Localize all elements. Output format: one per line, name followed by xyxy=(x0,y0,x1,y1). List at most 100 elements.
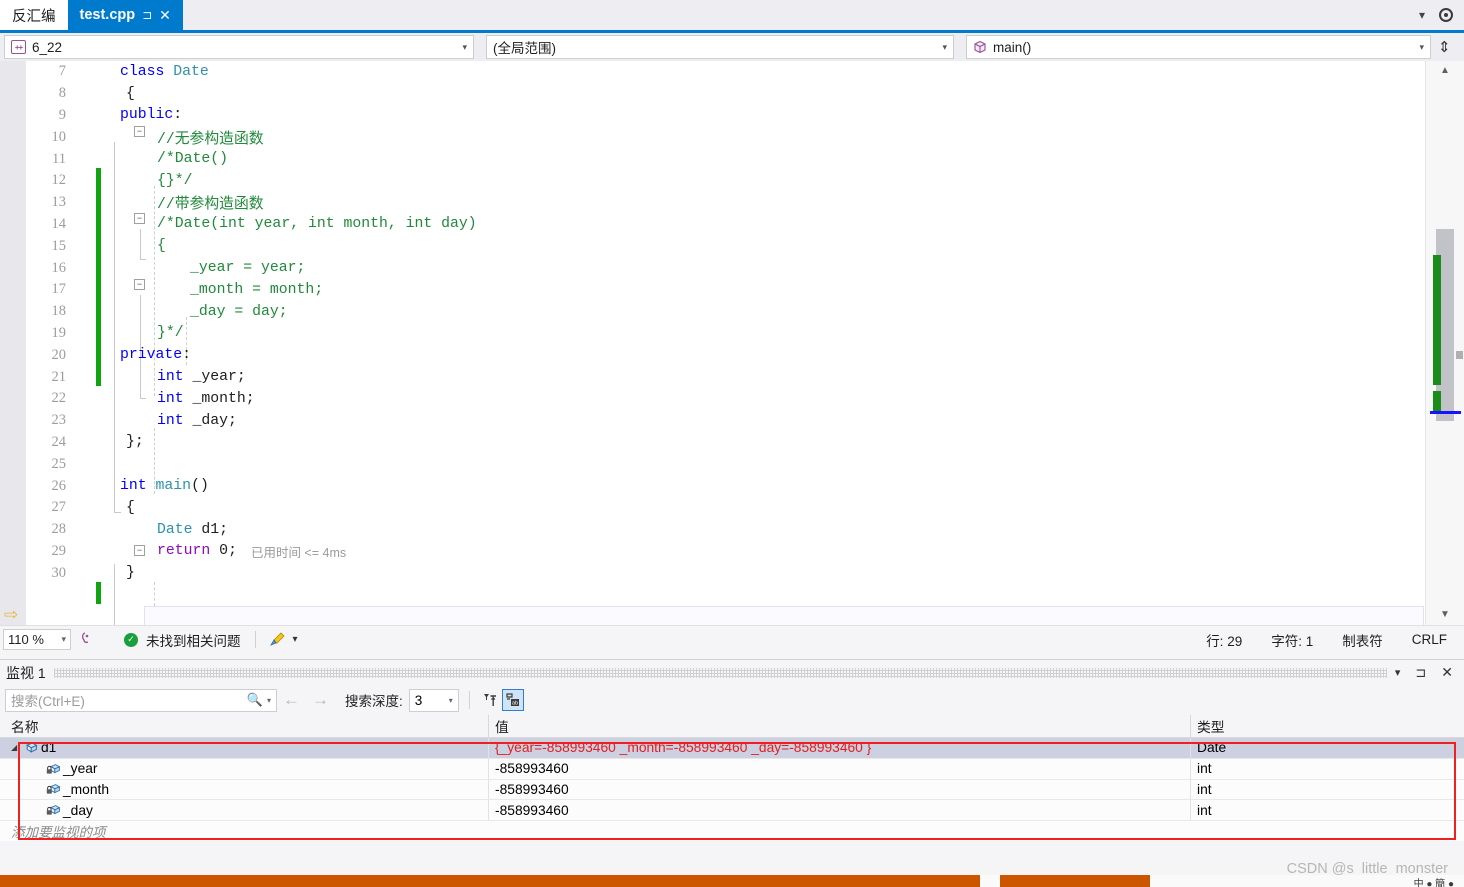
tab-disassembly[interactable]: 反汇编 xyxy=(0,0,68,30)
watch-row-year[interactable]: _year -858993460 int xyxy=(0,758,1464,780)
code-text-area[interactable]: − − − − 7 class Date 8 { 9 public: 10 //… xyxy=(26,61,1425,625)
watch-toolbar: 搜索(Ctrl+E) 🔍 ▾ ← → 搜索深度: 3 ▾ ab xyxy=(0,685,1464,715)
project-dropdown[interactable]: ++ 6_22 ▾ xyxy=(4,35,474,59)
watch-row-name-cell: _day xyxy=(0,803,488,818)
watch-row-day[interactable]: _day -858993460 int xyxy=(0,800,1464,822)
pin-expression-button[interactable] xyxy=(480,689,502,711)
pin-icon[interactable]: ⊐ xyxy=(142,8,152,22)
code-line-text: /*Date() xyxy=(157,151,229,168)
glyph-margin[interactable] xyxy=(74,105,86,127)
member-dropdown[interactable]: main() ▾ xyxy=(966,35,1431,59)
collapse-toggle-main[interactable]: − xyxy=(134,545,145,556)
svg-text:ab: ab xyxy=(512,701,518,707)
expand-collapse-icon[interactable]: ◢ xyxy=(11,743,24,752)
private-field-icon xyxy=(46,782,63,796)
glyph-margin[interactable] xyxy=(74,148,86,170)
chevron-down-icon[interactable]: ▾ xyxy=(267,696,271,705)
glyph-margin[interactable] xyxy=(74,235,86,257)
zoom-level-dropdown[interactable]: 110 % ▾ xyxy=(3,629,71,650)
glyph-margin[interactable] xyxy=(74,541,86,563)
indent-mode-indicator[interactable]: 制表符 xyxy=(1342,630,1383,650)
glyph-margin[interactable] xyxy=(74,366,86,388)
glyph-margin[interactable] xyxy=(74,301,86,323)
glyph-margin[interactable] xyxy=(74,192,86,214)
char-indicator[interactable]: 字符: 1 xyxy=(1271,630,1313,650)
add-watch-item-row[interactable]: 添加要监视的项 xyxy=(0,821,1464,842)
scroll-up-icon[interactable]: ▲ xyxy=(1436,63,1454,79)
glyph-margin[interactable] xyxy=(74,61,86,83)
hex-display-button[interactable]: ab xyxy=(501,689,524,711)
glyph-margin[interactable] xyxy=(74,497,86,519)
search-prev-button[interactable]: ← xyxy=(283,690,300,710)
watch-row-value-cell[interactable]: -858993460 xyxy=(488,758,1190,779)
gear-icon[interactable] xyxy=(1439,8,1453,22)
column-header-name[interactable]: 名称 xyxy=(0,716,488,736)
glyph-margin[interactable] xyxy=(74,214,86,236)
editor-status-bar: 110 % ▾ ✓ 未找到相关问题 ▾ 行: 29 字符: 1 制表符 CRLF xyxy=(0,625,1464,653)
column-header-value[interactable]: 值 xyxy=(488,715,1190,737)
glyph-margin[interactable] xyxy=(74,432,86,454)
line-ending-indicator[interactable]: CRLF xyxy=(1412,632,1447,647)
search-input[interactable]: 搜索(Ctrl+E) 🔍 ▾ xyxy=(5,688,277,712)
indicator-margin[interactable] xyxy=(0,61,26,625)
watch-variable-value: -858993460 xyxy=(495,781,569,797)
drag-handle[interactable] xyxy=(53,667,1387,678)
status-bar-right: 行: 29 字符: 1 制表符 CRLF xyxy=(1206,630,1464,650)
tab-test-cpp[interactable]: test.cpp ⊐ ✕ xyxy=(67,0,183,30)
issues-indicator[interactable]: ✓ 未找到相关问题 xyxy=(124,630,241,650)
glyph-margin[interactable] xyxy=(74,344,86,366)
line-number: 8 xyxy=(58,85,66,102)
editor-vertical-scrollbar[interactable]: ▲ ▼ xyxy=(1425,61,1464,625)
search-depth-dropdown[interactable]: 3 ▾ xyxy=(408,688,459,712)
code-line: 11 /*Date() xyxy=(26,148,1425,170)
code-line-text: //带参构造函数 xyxy=(157,197,264,214)
watch-row-d1[interactable]: ◢ d1 {_year=-858993460 _month=-858993460… xyxy=(0,738,1464,759)
code-editor: ⇨ − − − − 7 class Date 8 {9 public: 10 … xyxy=(0,61,1464,625)
close-icon[interactable]: ✕ xyxy=(1441,664,1453,681)
watch-variable-type: int xyxy=(1197,802,1212,818)
collapse-toggle-ctor1[interactable]: − xyxy=(134,213,145,224)
code-line-text: { xyxy=(157,238,166,255)
scroll-down-icon[interactable]: ▼ xyxy=(1436,607,1454,623)
split-view-icon[interactable]: ⇕ xyxy=(1438,40,1451,55)
glyph-margin[interactable] xyxy=(74,257,86,279)
pin-filter-icon xyxy=(484,693,497,706)
scope-dropdown[interactable]: (全局范围) ▾ xyxy=(486,35,954,59)
line-number: 17 xyxy=(51,281,67,298)
watch-variable-value: -858993460 xyxy=(495,802,569,818)
glyph-margin[interactable] xyxy=(74,279,86,301)
chevron-down-icon[interactable]: ▾ xyxy=(1419,8,1425,22)
glyph-margin[interactable] xyxy=(74,170,86,192)
code-line: 8 { xyxy=(26,83,1425,105)
code-cleanup-button[interactable]: ▾ xyxy=(269,632,298,647)
collapse-toggle-ctor2[interactable]: − xyxy=(134,279,145,290)
watch-row-value-cell[interactable]: -858993460 xyxy=(488,800,1190,821)
pin-icon[interactable]: ⊐ xyxy=(1415,665,1426,681)
search-next-button[interactable]: → xyxy=(312,690,329,710)
glyph-margin[interactable] xyxy=(74,323,86,345)
collapse-toggle-class[interactable]: − xyxy=(134,126,145,137)
glyph-margin[interactable] xyxy=(74,126,86,148)
intellicode-icon[interactable] xyxy=(80,630,96,649)
watch-row-value-cell[interactable]: -858993460 xyxy=(488,779,1190,800)
glyph-margin[interactable] xyxy=(74,410,86,432)
glyph-margin[interactable] xyxy=(74,83,86,105)
watch-row-name-cell: ◢ d1 xyxy=(0,740,488,755)
line-indicator[interactable]: 行: 29 xyxy=(1206,630,1242,650)
glyph-margin[interactable] xyxy=(74,519,86,541)
code-line: 21 int _year; xyxy=(26,366,1425,388)
chevron-down-icon[interactable]: ▾ xyxy=(1395,666,1401,679)
glyph-margin[interactable] xyxy=(74,475,86,497)
change-marker-block-2 xyxy=(1433,391,1441,413)
glyph-margin[interactable] xyxy=(74,453,86,475)
watch-row-month[interactable]: _month -858993460 int xyxy=(0,779,1464,801)
watch-row-value-cell[interactable]: {_year=-858993460 _month=-858993460 _day… xyxy=(488,738,1190,758)
glyph-margin[interactable] xyxy=(74,388,86,410)
column-header-type[interactable]: 类型 xyxy=(1190,715,1464,737)
chevron-down-icon: ▾ xyxy=(448,695,453,705)
glyph-margin[interactable] xyxy=(74,562,86,584)
function-cube-icon xyxy=(973,40,987,54)
line-number: 27 xyxy=(51,499,67,516)
close-icon[interactable]: ✕ xyxy=(159,7,171,24)
current-line-highlight xyxy=(144,606,1424,625)
